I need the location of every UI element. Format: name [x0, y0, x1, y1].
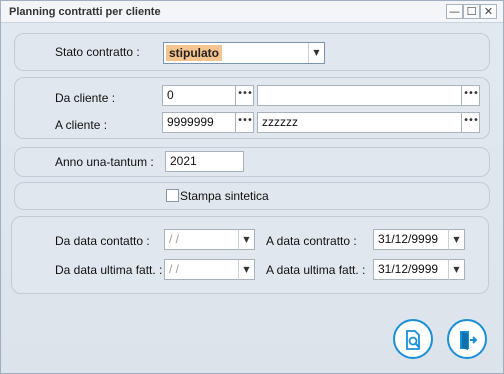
da-data-ultima-fatt-label: Da data ultima fatt. :	[55, 263, 163, 277]
window-title: Planning contratti per cliente	[9, 6, 161, 18]
chevron-down-icon[interactable]: ▼	[448, 259, 465, 280]
da-data-contatto-label: Da data contatto :	[55, 234, 150, 248]
da-cliente-lookup-button[interactable]: •••	[236, 85, 254, 106]
exit-door-icon	[460, 331, 478, 350]
maximize-button[interactable]: ☐	[463, 4, 480, 19]
stampa-sintetica-label[interactable]: Stampa sintetica	[180, 189, 269, 203]
chevron-down-icon[interactable]: ▼	[308, 43, 324, 63]
stampa-sintetica-checkbox[interactable]	[166, 189, 179, 202]
a-cliente-code-field[interactable]: 9999999	[162, 112, 236, 133]
chevron-down-icon[interactable]: ▼	[238, 259, 255, 280]
date-panel	[11, 216, 489, 294]
minimize-button[interactable]: —	[446, 4, 463, 19]
preview-button[interactable]	[393, 319, 433, 359]
da-cliente-name-lookup-button[interactable]: •••	[462, 85, 480, 106]
chevron-down-icon[interactable]: ▼	[448, 229, 465, 250]
da-cliente-code-field[interactable]: 0	[162, 85, 236, 106]
close-button[interactable]: ✕	[480, 4, 497, 19]
da-cliente-label: Da cliente :	[55, 91, 116, 105]
window-controls: — ☐ ✕	[446, 4, 497, 19]
dialog-window: Planning contratti per cliente — ☐ ✕ Sta…	[0, 0, 504, 374]
document-search-icon	[406, 330, 420, 350]
a-cliente-lookup-button[interactable]: •••	[236, 112, 254, 133]
title-bar[interactable]: Planning contratti per cliente — ☐ ✕	[1, 1, 503, 23]
chevron-down-icon[interactable]: ▼	[238, 229, 255, 250]
anno-label: Anno una-tantum :	[55, 155, 154, 169]
a-cliente-name-field[interactable]: zzzzzz	[257, 112, 462, 133]
da-data-ultima-fatt-field[interactable]: / /	[164, 259, 239, 280]
da-cliente-name-field[interactable]	[257, 85, 462, 106]
stato-contratto-select[interactable]: stipulato ▼	[163, 42, 325, 64]
stato-label: Stato contratto :	[55, 45, 140, 59]
a-data-ultima-fatt-label: A data ultima fatt. :	[266, 263, 366, 277]
stato-value: stipulato	[166, 45, 222, 61]
a-cliente-label: A cliente :	[55, 118, 108, 132]
a-data-contratto-field[interactable]: 31/12/9999	[373, 229, 449, 250]
a-data-ultima-fatt-field[interactable]: 31/12/9999	[373, 259, 449, 280]
a-cliente-name-lookup-button[interactable]: •••	[462, 112, 480, 133]
a-data-contratto-label: A data contratto :	[266, 234, 357, 248]
da-data-contatto-field[interactable]: / /	[164, 229, 239, 250]
anno-una-tantum-field[interactable]: 2021	[165, 151, 244, 172]
exit-button[interactable]	[447, 319, 487, 359]
